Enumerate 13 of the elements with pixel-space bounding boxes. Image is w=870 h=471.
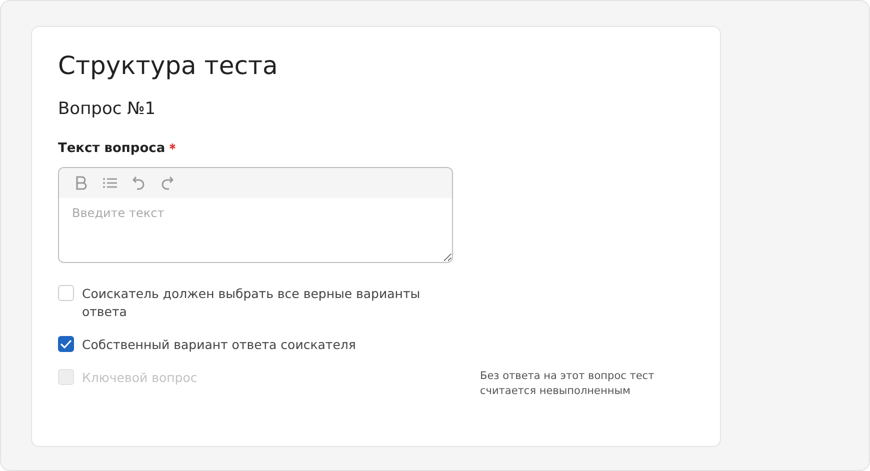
hint-text: Без ответа на этот вопрос тест считается невыполненным bbox=[480, 369, 656, 399]
question-heading: Вопрос №1 bbox=[58, 98, 157, 121]
list-icon[interactable] bbox=[102, 176, 118, 190]
checkbox-label: Соискатель должен выбрать все верные варианты ответа bbox=[82, 285, 422, 321]
checkbox-label: Ключевой вопрос bbox=[82, 369, 198, 387]
field-label: Текст вопроса bbox=[58, 141, 166, 156]
text-editor[interactable]: Введите текст bbox=[58, 167, 453, 263]
checkbox[interactable] bbox=[58, 336, 74, 352]
checkbox-label: Собственный вариант ответа соискателя bbox=[82, 336, 356, 354]
redo-icon[interactable] bbox=[160, 175, 174, 191]
undo-icon[interactable] bbox=[132, 175, 146, 191]
bold-icon[interactable] bbox=[74, 175, 88, 191]
page-title: Структура теста bbox=[58, 50, 279, 82]
